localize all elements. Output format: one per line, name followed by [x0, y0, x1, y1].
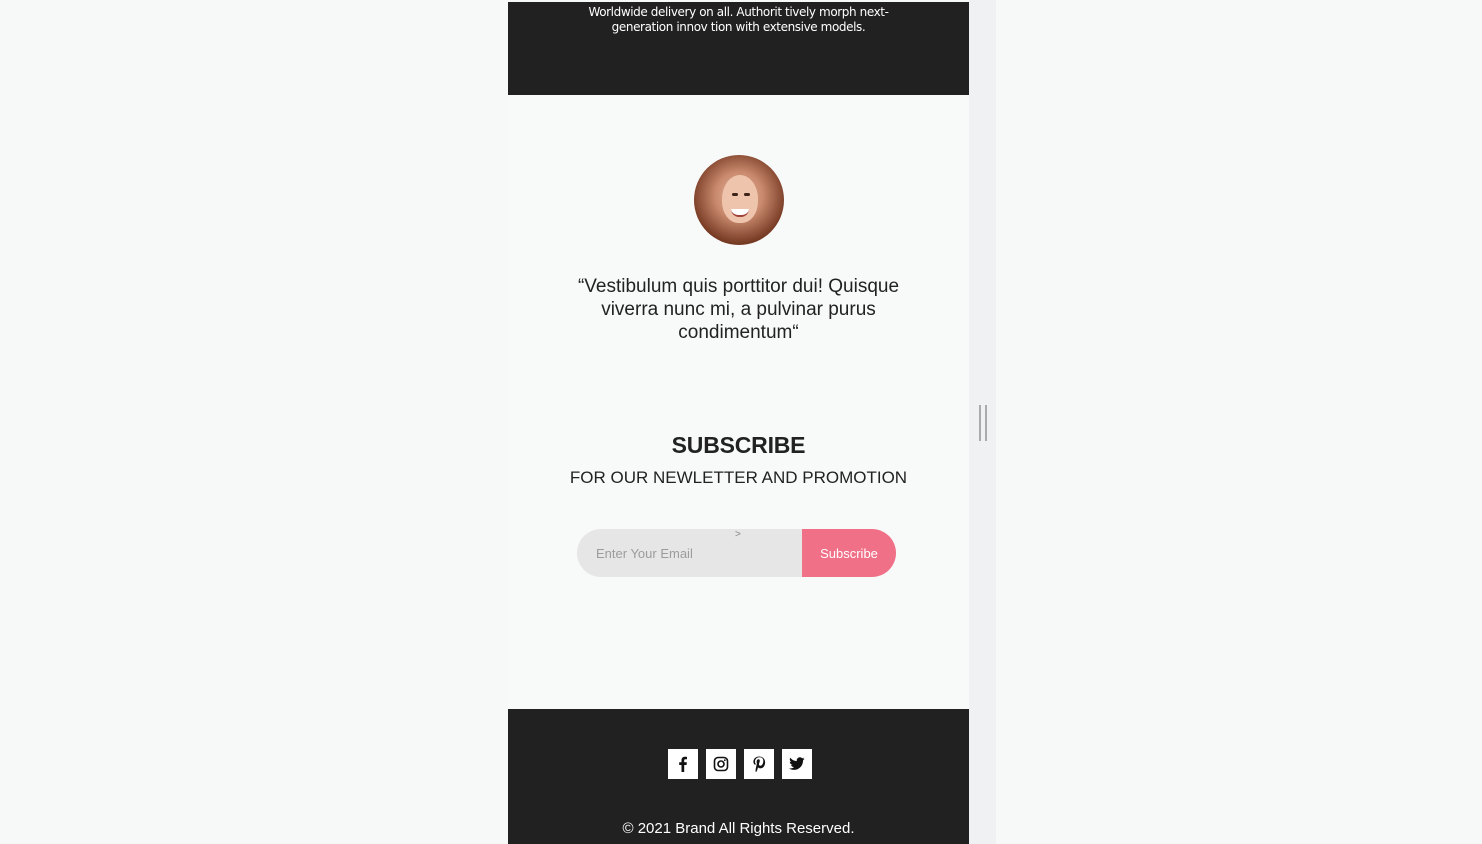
delivery-text: Worldwide delivery on all. Authorit tive…: [588, 5, 889, 34]
copyright-text: © 2021 Brand All Rights Reserved.: [622, 820, 855, 837]
subscribe-button[interactable]: Subscribe: [802, 529, 896, 577]
pinterest-icon[interactable]: [744, 749, 774, 779]
caret-marker: >: [735, 529, 741, 540]
subscribe-form: > Subscribe: [577, 529, 896, 577]
delivery-banner: Worldwide delivery on all. Authorit tive…: [508, 2, 969, 95]
subscribe-title: SUBSCRIBE: [671, 432, 806, 458]
testimonial-quote: “Vestibulum quis porttitor dui! Quisque …: [577, 276, 900, 343]
mobile-page: Worldwide delivery on all. Authorit tive…: [508, 2, 969, 844]
twitter-icon[interactable]: [782, 749, 812, 779]
instagram-icon[interactable]: [706, 749, 736, 779]
resize-handle[interactable]: [979, 405, 987, 441]
email-input[interactable]: [577, 529, 802, 577]
subscribe-caption: FOR OUR NEWLETTER AND PROMOTION: [569, 468, 908, 487]
footer: © 2021 Brand All Rights Reserved.: [508, 709, 969, 844]
facebook-icon[interactable]: [668, 749, 698, 779]
testimonial-avatar: [694, 155, 784, 245]
social-links: [668, 749, 812, 779]
